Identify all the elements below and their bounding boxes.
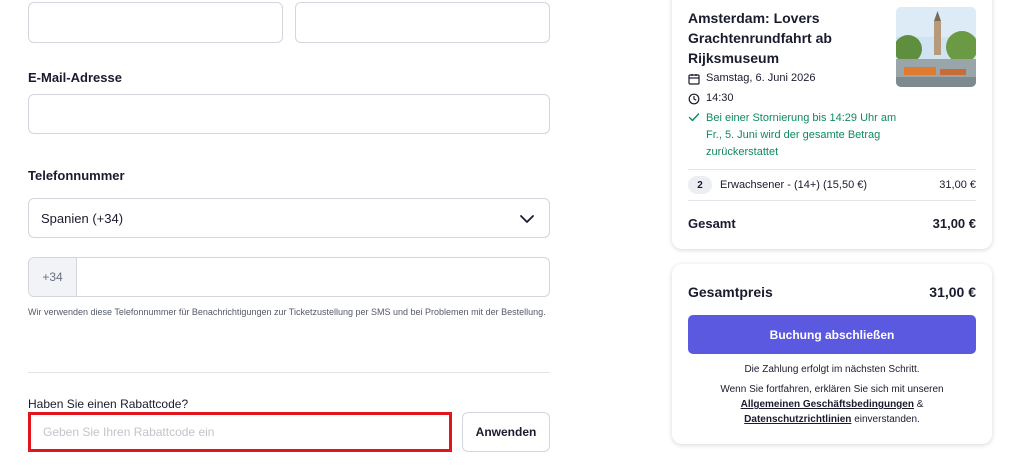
promo-code-label: Haben Sie einen Rabattcode? — [28, 397, 189, 411]
terms-link[interactable]: Allgemeinen Geschäftsbedingungen — [741, 399, 914, 410]
country-select[interactable]: Spanien (+34) — [28, 198, 550, 238]
complete-booking-button[interactable]: Buchung abschließen — [688, 315, 976, 354]
phone-number-input[interactable]: +34 — [28, 257, 550, 297]
total-value: 31,00 € — [932, 216, 976, 231]
last-name-input[interactable] — [295, 2, 550, 43]
total-price-row: Gesamtpreis 31,00 € — [688, 284, 976, 300]
ticket-line: 2 Erwachsener - (14+) (15,50 €) 31,00 € — [688, 176, 976, 194]
cancellation-text: Bei einer Stornierung bis 14:29 Uhr am F… — [706, 112, 897, 158]
phone-label: Telefonnummer — [28, 168, 125, 183]
payment-note: Die Zahlung erfolgt im nächsten Schritt. — [744, 364, 920, 375]
total-label: Gesamt — [688, 216, 736, 231]
calendar-icon — [688, 74, 700, 85]
first-name-input[interactable] — [28, 2, 283, 43]
terms-suffix: einverstanden. — [854, 414, 920, 425]
tour-time: 14:30 — [688, 92, 734, 105]
divider — [688, 169, 976, 170]
ticket-quantity-badge: 2 — [688, 176, 712, 194]
tour-time-text: 14:30 — [706, 92, 734, 104]
tour-date-text: Samstag, 6. Juni 2026 — [706, 72, 816, 84]
total-price-value: 31,00 € — [929, 284, 976, 300]
total-price-label: Gesamtpreis — [688, 284, 773, 300]
clock-icon — [688, 93, 700, 105]
phone-prefix: +34 — [29, 258, 77, 296]
chevron-down-icon — [520, 215, 534, 223]
terms-text: Wenn Sie fortfahren, erklären Sie sich m… — [688, 382, 976, 427]
ticket-label: Erwachsener - (14+) (15,50 €) — [720, 179, 868, 191]
phone-hint: Wir verwenden diese Telefonnummer für Be… — [28, 307, 546, 317]
tour-date: Samstag, 6. Juni 2026 — [688, 72, 815, 85]
apply-button[interactable]: Anwenden — [462, 412, 550, 452]
checkout-card: Gesamtpreis 31,00 € Buchung abschließen … — [672, 264, 992, 444]
divider — [28, 372, 550, 373]
email-label: E-Mail-Adresse — [28, 70, 122, 85]
check-icon — [688, 113, 700, 122]
privacy-link[interactable]: Datenschutzrichtlinien — [744, 414, 851, 425]
cancellation-policy: Bei einer Stornierung bis 14:29 Uhr am F… — [688, 110, 898, 161]
promo-code-input[interactable] — [28, 412, 452, 452]
tour-title: Amsterdam: Lovers Grachtenrundfahrt ab R… — [688, 10, 832, 66]
terms-prefix: Wenn Sie fortfahren, erklären Sie sich m… — [720, 384, 944, 395]
country-select-value: Spanien (+34) — [41, 210, 124, 226]
ticket-price: 31,00 € — [939, 179, 976, 191]
email-input[interactable] — [28, 94, 550, 134]
total-row: Gesamt 31,00 € — [688, 216, 976, 231]
divider — [688, 200, 976, 201]
tour-thumbnail — [896, 7, 976, 87]
order-summary-card: Amsterdam: Lovers Grachtenrundfahrt ab R… — [672, 0, 992, 249]
terms-and: & — [916, 399, 924, 410]
